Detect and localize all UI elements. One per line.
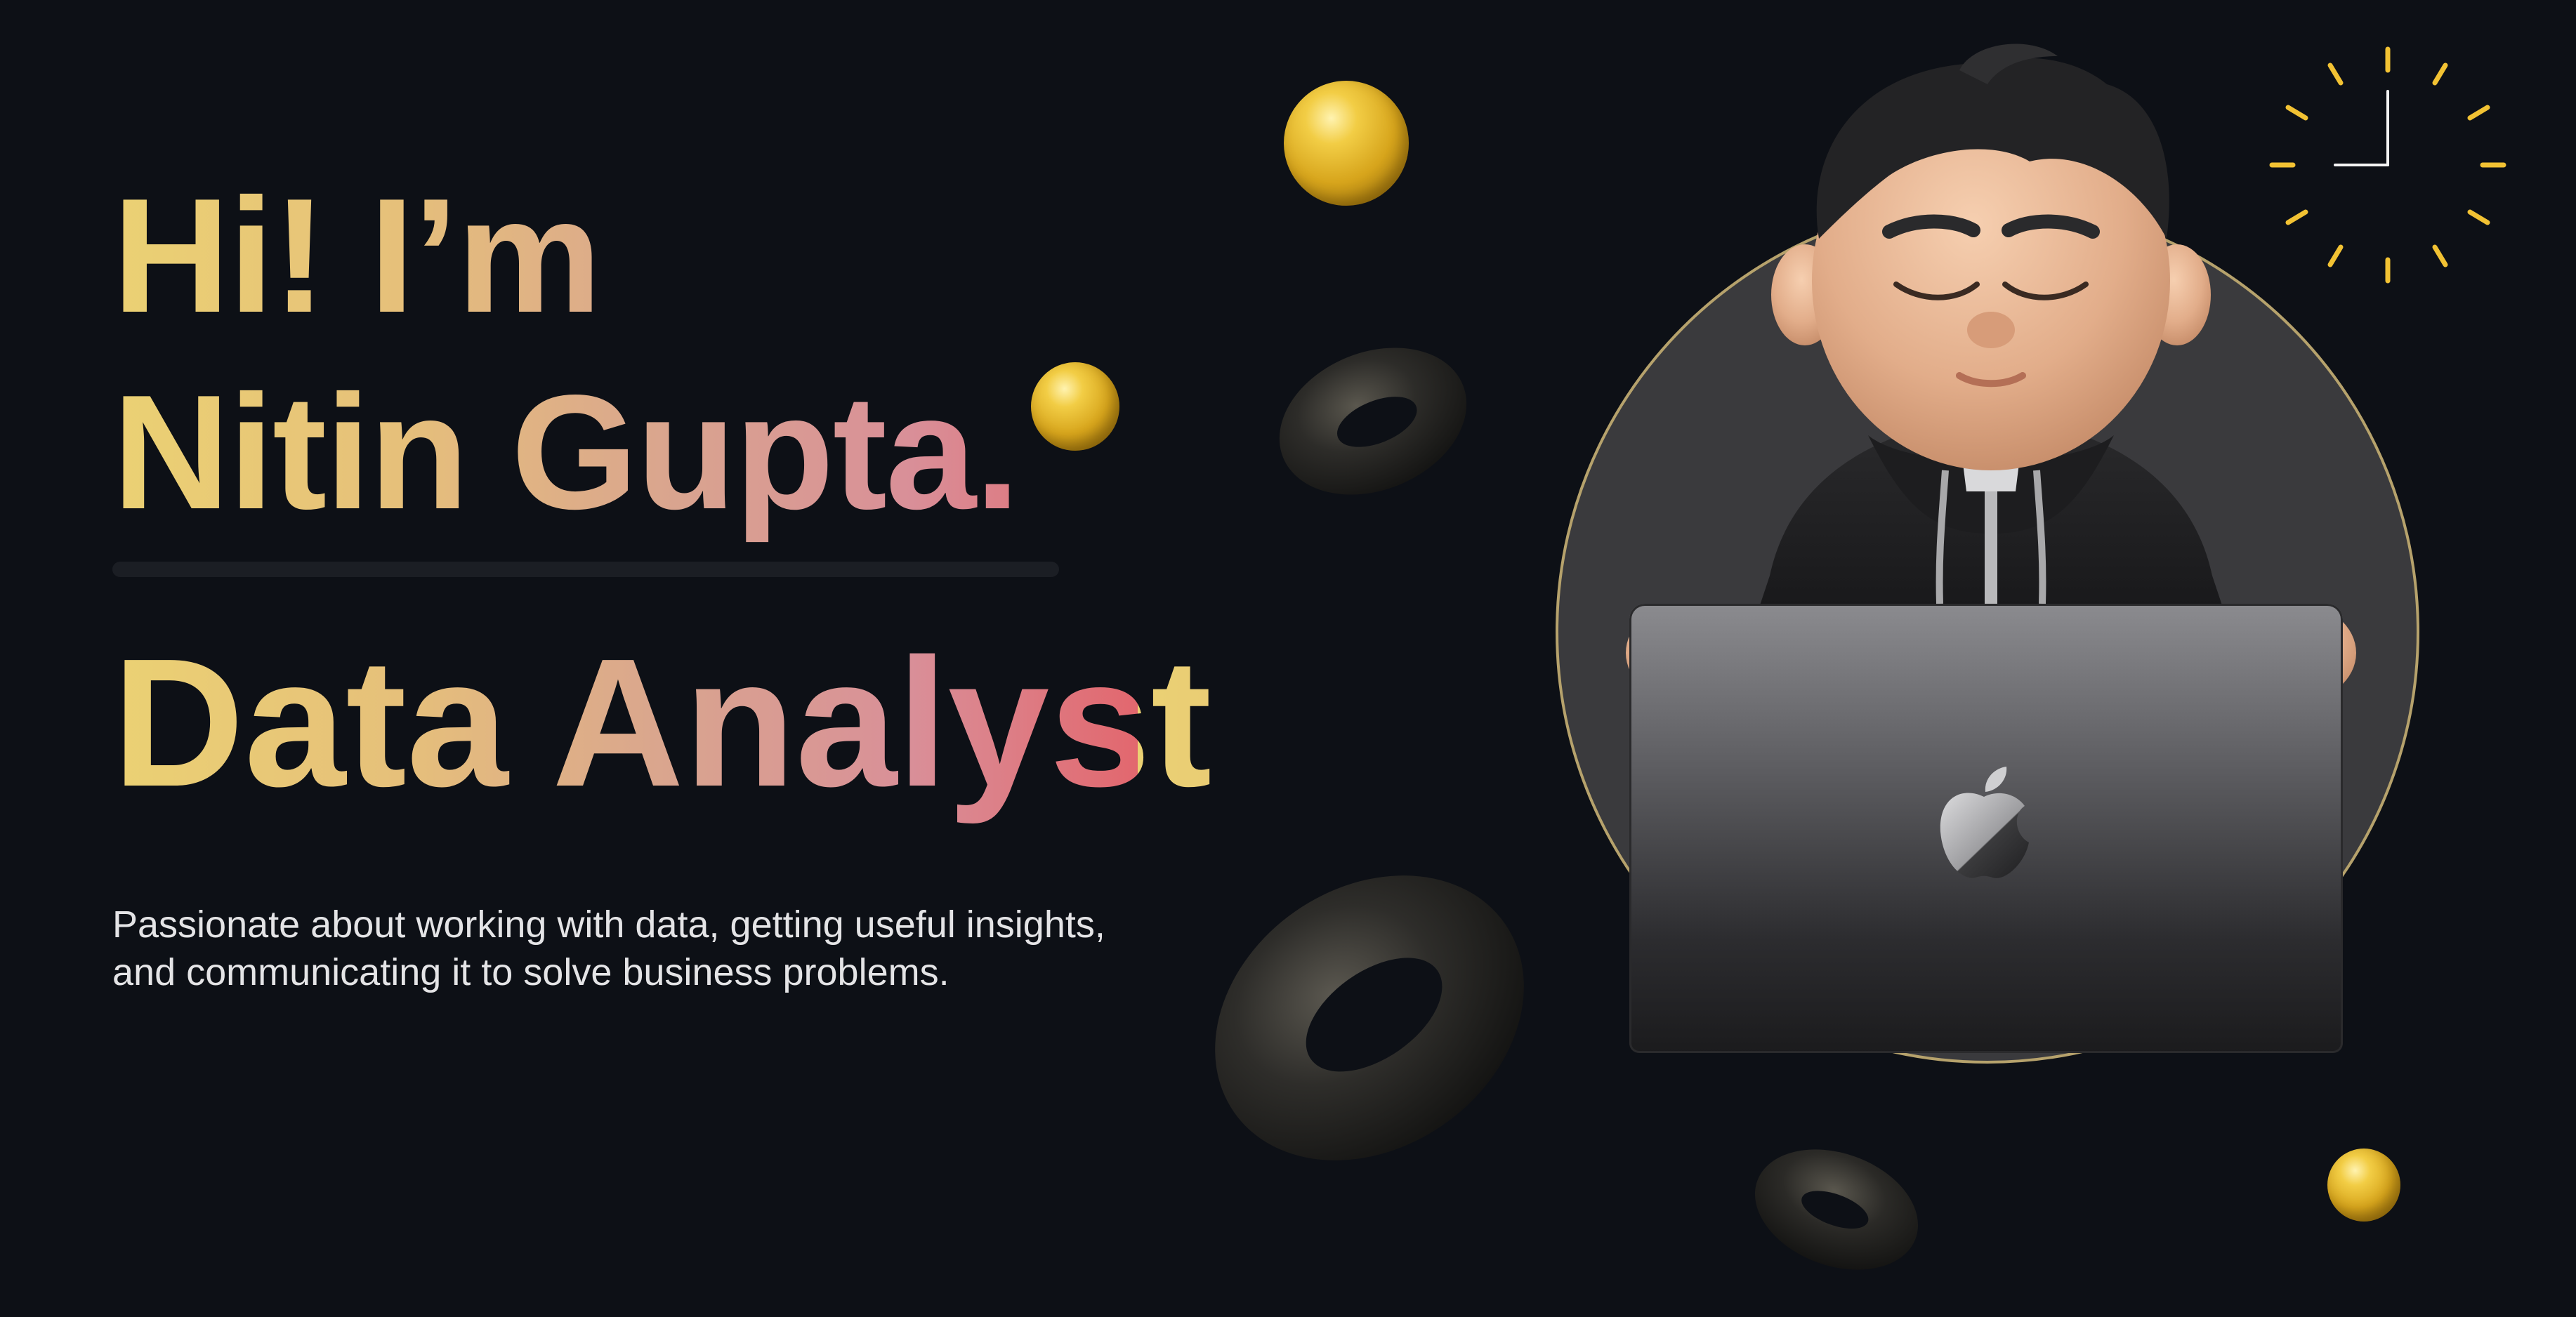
hero-divider — [112, 562, 1059, 577]
gold-sphere-icon — [1284, 81, 1409, 206]
dark-torus-icon — [1215, 875, 1524, 1160]
apple-logo-icon — [1940, 767, 2029, 878]
hero-role: Data Analyst — [112, 618, 1211, 828]
hero-tagline: Passionate about working with data, gett… — [112, 901, 1278, 996]
gold-sphere-icon — [2327, 1149, 2400, 1222]
clock-icon — [2269, 46, 2506, 284]
gold-sphere-icon — [1031, 362, 1119, 451]
hero-greeting: Hi! I’m — [112, 158, 602, 355]
dark-torus-icon — [1754, 1149, 1919, 1270]
hero-page: Hi! I’m Nitin Gupta. Data Analyst Passio… — [0, 0, 2576, 1317]
dark-torus-icon — [1279, 348, 1467, 495]
hero-name: Nitin Gupta. — [112, 355, 1020, 551]
hero-tagline-line-2: and communicating it to solve business p… — [112, 951, 949, 993]
hero-tagline-line-1: Passionate about working with data, gett… — [112, 904, 1105, 946]
